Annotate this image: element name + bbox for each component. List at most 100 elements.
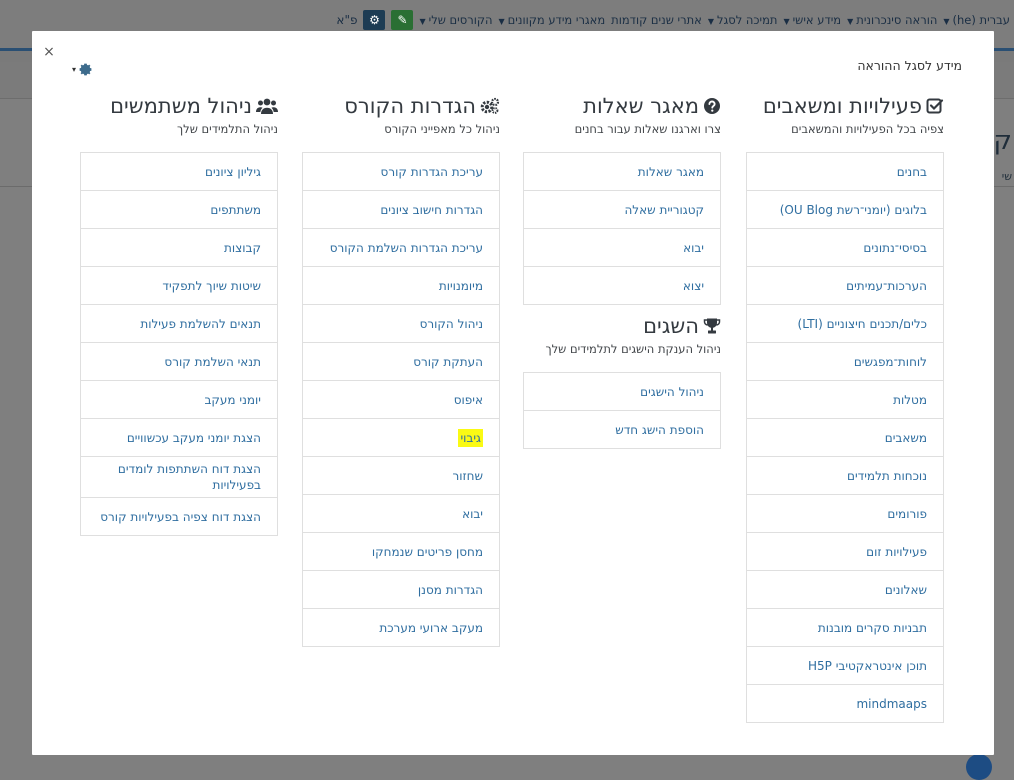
list-item-link[interactable]: גיליון ציונים	[205, 164, 261, 180]
background-nav-label: הוראה סינכרונית	[856, 13, 938, 27]
list-item-link[interactable]: בסיסי־נתונים	[863, 240, 927, 256]
list-item[interactable]: משתתפים	[81, 191, 277, 229]
list-item[interactable]: תוכן אינטראקטיבי H5P	[747, 647, 943, 685]
list-item[interactable]: לוחות־מפגשים	[747, 343, 943, 381]
list-item-link[interactable]: הצגת יומני מעקב עכשוויים	[127, 430, 261, 446]
list-item-link[interactable]: תנאי השלמת קורס	[164, 354, 261, 370]
list-item-link[interactable]: פעילויות זום	[866, 544, 927, 560]
background-nav-item: תמיכה לסגל▼	[708, 13, 778, 27]
list-item[interactable]: ניהול הישגים	[524, 373, 720, 411]
list-item-link[interactable]: מעקב ארועי מערכת	[379, 620, 483, 636]
list-item-link[interactable]: קבוצות	[224, 240, 261, 256]
list-item[interactable]: גיליון ציונים	[81, 153, 277, 191]
list-item-link[interactable]: עריכת הגדרות השלמת הקורס	[330, 240, 483, 256]
list-item-link[interactable]: תבניות סקרים מובנות	[818, 620, 927, 636]
list-item-link[interactable]: פורומים	[887, 506, 927, 522]
list-item-link[interactable]: יבוא	[683, 240, 704, 256]
list-item-link[interactable]: שאלונים	[885, 582, 927, 598]
list-item[interactable]: עריכת הגדרות השלמת הקורס	[303, 229, 499, 267]
list-item[interactable]: עריכת הגדרות קורס	[303, 153, 499, 191]
list-item-link[interactable]: הוספת הישג חדש	[615, 422, 704, 438]
list-item-link[interactable]: קטגוריית שאלה	[624, 202, 704, 218]
list-item[interactable]: הגדרות חישוב ציונים	[303, 191, 499, 229]
list-item-link[interactable]: הגדרות מסנן	[418, 582, 483, 598]
list-item[interactable]: גיבוי	[303, 419, 499, 457]
list-item-link[interactable]: הצגת דוח צפיה בפעילויות קורס	[100, 509, 261, 525]
list-item-link[interactable]: משאבים	[885, 430, 927, 446]
list-item-link[interactable]: ניהול הישגים	[640, 384, 704, 400]
list-item-link[interactable]: שיטות שיוך לתפקיד	[162, 278, 261, 294]
list-item[interactable]: יבוא	[524, 229, 720, 267]
list-item-link[interactable]: mindmaaps	[856, 696, 927, 712]
list-item[interactable]: שאלונים	[747, 571, 943, 609]
background-nav-item: עברית (he)▼	[943, 13, 1010, 27]
list-item[interactable]: מחסן פריטים שנמחקו	[303, 533, 499, 571]
list-item-link[interactable]: יבוא	[462, 506, 483, 522]
list-item-link[interactable]: תנאים להשלמת פעילות	[140, 316, 261, 332]
list-item[interactable]: פעילויות זום	[747, 533, 943, 571]
settings-menu-button[interactable]: ▾	[72, 62, 93, 77]
list-item-link[interactable]: נוכחות תלמידים	[847, 468, 927, 484]
list-item-link[interactable]: גיבוי	[458, 428, 483, 447]
list-item-link[interactable]: איפוס	[454, 392, 483, 408]
list-item[interactable]: איפוס	[303, 381, 499, 419]
list-item[interactable]: קטגוריית שאלה	[524, 191, 720, 229]
list-item[interactable]: הצגת דוח צפיה בפעילויות קורס	[81, 498, 277, 536]
list-item[interactable]: בחנים	[747, 153, 943, 191]
list-item[interactable]: שחזור	[303, 457, 499, 495]
list-item[interactable]: יצוא	[524, 267, 720, 305]
list-item[interactable]: מיומנויות	[303, 267, 499, 305]
course-settings-column: הגדרות הקורס ניהול כל מאפייני הקורס עריכ…	[302, 93, 500, 647]
list-item-link[interactable]: הגדרות חישוב ציונים	[380, 202, 483, 218]
list-item[interactable]: כלים/תכנים חיצוניים (LTI)	[747, 305, 943, 343]
list-item-link[interactable]: מחסן פריטים שנמחקו	[372, 544, 483, 560]
list-item[interactable]: העתקת קורס	[303, 343, 499, 381]
list-item-link[interactable]: יומני מעקב	[204, 392, 261, 408]
list-item[interactable]: משאבים	[747, 419, 943, 457]
list-item-link[interactable]: לוחות־מפגשים	[854, 354, 927, 370]
list-item[interactable]: הגדרות מסנן	[303, 571, 499, 609]
list-item-link[interactable]: מאגר שאלות	[638, 164, 704, 180]
chevron-down-icon: ▼	[943, 17, 950, 26]
list-item[interactable]: מעקב ארועי מערכת	[303, 609, 499, 647]
list-item-link[interactable]: ניהול הקורס	[420, 316, 483, 332]
list-item[interactable]: מטלות	[747, 381, 943, 419]
question-circle-icon	[704, 98, 720, 114]
list-item[interactable]: הערכות־עמיתים	[747, 267, 943, 305]
list-item-link[interactable]: הצגת דוח השתתפות לומדים בפעילויות	[91, 461, 261, 493]
list-item[interactable]: יבוא	[303, 495, 499, 533]
list-item[interactable]: תנאים להשלמת פעילות	[81, 305, 277, 343]
list-item[interactable]: קבוצות	[81, 229, 277, 267]
list-item[interactable]: הוספת הישג חדש	[524, 411, 720, 449]
list-item-link[interactable]: שחזור	[452, 468, 483, 484]
list-item[interactable]: בלוגים (יומני־רשת OU Blog)	[747, 191, 943, 229]
list-item[interactable]: נוכחות תלמידים	[747, 457, 943, 495]
badges-title: השגים	[643, 314, 699, 338]
question-bank-subtitle: צרו וארגנו שאלות עבור בחנים	[574, 122, 721, 136]
list-item[interactable]: בסיסי־נתונים	[747, 229, 943, 267]
list-item[interactable]: פורומים	[747, 495, 943, 533]
close-icon[interactable]: ×	[42, 45, 56, 59]
list-item-link[interactable]: העתקת קורס	[413, 354, 483, 370]
list-item-link[interactable]: עריכת הגדרות קורס	[381, 164, 483, 180]
list-item[interactable]: ניהול הקורס	[303, 305, 499, 343]
list-item[interactable]: מאגר שאלות	[524, 153, 720, 191]
chevron-down-icon: ▼	[707, 17, 714, 26]
list-item[interactable]: mindmaaps	[747, 685, 943, 723]
list-item-link[interactable]: הערכות־עמיתים	[846, 278, 927, 294]
list-item[interactable]: שיטות שיוך לתפקיד	[81, 267, 277, 305]
list-item[interactable]: הצגת דוח השתתפות לומדים בפעילויות	[81, 457, 277, 498]
list-item-link[interactable]: כלים/תכנים חיצוניים (LTI)	[798, 316, 928, 332]
list-item[interactable]: הצגת יומני מעקב עכשוויים	[81, 419, 277, 457]
list-item[interactable]: יומני מעקב	[81, 381, 277, 419]
list-item[interactable]: תנאי השלמת קורס	[81, 343, 277, 381]
course-settings-heading: הגדרות הקורס	[302, 93, 500, 119]
list-item-link[interactable]: בחנים	[897, 164, 927, 180]
list-item-link[interactable]: יצוא	[683, 278, 704, 294]
list-item-link[interactable]: משתתפים	[210, 202, 261, 218]
list-item-link[interactable]: בלוגים (יומני־רשת OU Blog)	[780, 202, 927, 218]
list-item-link[interactable]: מיומנויות	[439, 278, 483, 294]
list-item-link[interactable]: תוכן אינטראקטיבי H5P	[808, 658, 927, 674]
list-item-link[interactable]: מטלות	[893, 392, 927, 408]
list-item[interactable]: תבניות סקרים מובנות	[747, 609, 943, 647]
